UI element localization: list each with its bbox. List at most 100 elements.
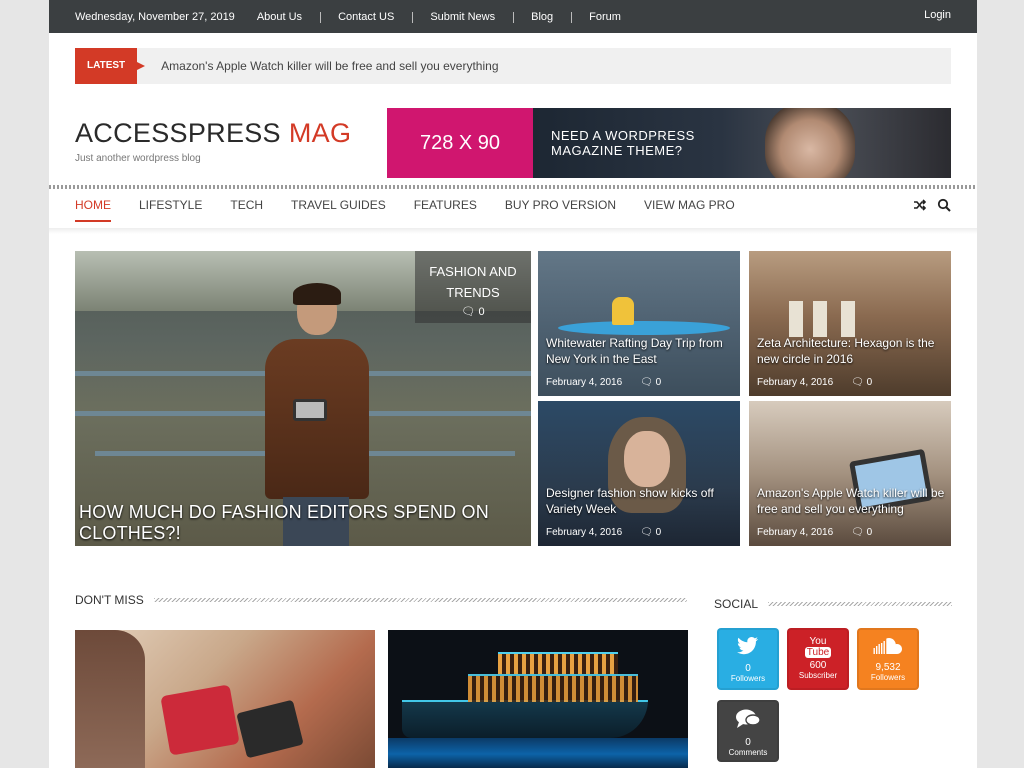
post-comment-count: 0	[655, 377, 662, 388]
nav-shadow	[49, 228, 977, 234]
featured-post-title[interactable]: Zeta Architecture: Hexagon is the new ci…	[757, 335, 947, 367]
main-nav-buy-pro[interactable]: Buy Pro Version	[505, 198, 616, 222]
post-comment-count: 0	[655, 527, 662, 538]
latest-badge: Latest	[75, 48, 146, 84]
social-heading: SOCIAL	[714, 597, 952, 611]
dont-miss-post-card[interactable]	[388, 630, 688, 768]
search-icon[interactable]	[937, 198, 951, 215]
ship-deck-image	[498, 652, 618, 674]
twitter-icon	[719, 636, 777, 663]
comment-icon: 🗨	[851, 527, 864, 538]
ad-text: NEED A WORDPRESS MAGAZINE THEME?	[551, 128, 695, 158]
ad-text-line1: NEED A WORDPRESS	[551, 128, 695, 143]
soundcloud-label: Followers	[870, 673, 906, 682]
heading-divider	[768, 602, 952, 606]
ad-size-label: 728 X 90	[387, 108, 533, 178]
featured-post-card[interactable]: Whitewater Rafting Day Trip from New Yor…	[538, 251, 740, 396]
main-nav-tech[interactable]: Tech	[230, 198, 263, 222]
ship-deck-image	[468, 674, 638, 702]
main-nav-lifestyle[interactable]: Lifestyle	[139, 198, 202, 222]
soundcloud-social-button[interactable]: 9,532 Followers	[857, 628, 919, 690]
featured-post-title[interactable]: Whitewater Rafting Day Trip from New Yor…	[546, 335, 736, 367]
featured-main-post[interactable]: FASHION AND TRENDS 🗨 0 HOW MUCH DO FASHI…	[75, 251, 531, 546]
main-nav-travel-guides[interactable]: Travel Guides	[291, 198, 386, 222]
top-nav-submit-news[interactable]: Submit News	[412, 11, 513, 23]
room-window-image	[841, 301, 855, 337]
site-tagline: Just another wordpress blog	[75, 153, 201, 164]
social-title: SOCIAL	[714, 597, 759, 611]
post-comments: 🗨 0	[640, 377, 661, 388]
top-nav-about-us[interactable]: About Us	[257, 11, 320, 23]
model-face-image	[624, 431, 670, 487]
dont-miss-post-card[interactable]	[75, 630, 375, 768]
login-link[interactable]: Login	[924, 9, 951, 21]
youtube-label: Subscriber	[798, 671, 838, 680]
post-comments: 🗨 0	[851, 377, 872, 388]
comments-count: 0	[745, 737, 751, 748]
site-logo[interactable]: ACCESSPRESS MAG	[75, 118, 351, 149]
ad-text-line2: MAGAZINE THEME?	[551, 143, 683, 158]
featured-category-box[interactable]: FASHION AND TRENDS 🗨 0	[415, 251, 531, 323]
water-image	[388, 738, 688, 768]
heading-divider	[153, 598, 687, 602]
youtube-social-button[interactable]: You Tube 600 Subscriber	[787, 628, 849, 690]
featured-post-card[interactable]: Zeta Architecture: Hexagon is the new ci…	[749, 251, 951, 396]
featured-main-title[interactable]: HOW MUCH DO FASHION EDITORS SPEND ON CLO…	[79, 502, 531, 544]
shuffle-icon[interactable]	[913, 198, 927, 215]
comment-icon: 🗨	[851, 377, 864, 388]
header-ad-banner[interactable]: 728 X 90 NEED A WORDPRESS MAGAZINE THEME…	[387, 108, 951, 178]
youtube-logo-you: You	[809, 636, 827, 647]
ship-hull-image	[402, 700, 648, 738]
current-date: Wednesday, November 27, 2019	[75, 10, 235, 23]
post-comment-count: 0	[866, 527, 873, 538]
top-nav-contact-us[interactable]: Contact US	[320, 11, 412, 23]
twitter-count: 0	[745, 663, 751, 674]
post-date: February 4, 2016	[757, 527, 834, 538]
post-date: February 4, 2016	[757, 377, 834, 388]
main-nav-home[interactable]: Home	[75, 198, 111, 222]
comment-icon: 🗨	[640, 527, 653, 538]
featured-post-meta: February 4, 2016 🗨 0	[757, 527, 872, 538]
woman-image	[75, 630, 145, 768]
post-date: February 4, 2016	[546, 527, 623, 538]
chair-image	[160, 684, 240, 756]
top-nav-blog[interactable]: Blog	[513, 11, 571, 23]
featured-post-card[interactable]: Designer fashion show kicks off Variety …	[538, 401, 740, 546]
twitter-label: Followers	[730, 674, 766, 683]
top-bar: Wednesday, November 27, 2019 About Us Co…	[49, 0, 977, 33]
soundcloud-icon	[859, 636, 917, 662]
kayak-image	[558, 321, 730, 335]
featured-category-line2: TRENDS	[446, 285, 500, 300]
featured-comment-count: 🗨 0	[415, 305, 531, 318]
top-nav-forum[interactable]: Forum	[571, 11, 639, 23]
featured-comment-value: 0	[478, 306, 485, 318]
logo-text-accent: MAG	[288, 118, 352, 148]
latest-ticker: Latest Amazon's Apple Watch killer will …	[75, 48, 951, 84]
comment-icon: 🗨	[461, 306, 476, 318]
comments-social-button[interactable]: 0 Comments	[717, 700, 779, 762]
main-nav-view-mag-pro[interactable]: View Mag Pro	[644, 198, 735, 222]
youtube-icon: You Tube	[804, 636, 832, 658]
top-nav: About Us Contact US Submit News Blog For…	[257, 11, 639, 23]
soundcloud-count: 9,532	[875, 662, 901, 673]
latest-headline[interactable]: Amazon's Apple Watch killer will be free…	[161, 59, 498, 73]
featured-post-meta: February 4, 2016 🗨 0	[546, 527, 661, 538]
featured-post-card[interactable]: Amazon's Apple Watch killer will be free…	[749, 401, 951, 546]
featured-category-line1: FASHION AND	[429, 264, 517, 279]
post-date: February 4, 2016	[546, 377, 623, 388]
ad-body: NEED A WORDPRESS MAGAZINE THEME?	[533, 108, 951, 178]
nav-icons	[913, 198, 951, 215]
post-comments: 🗨 0	[640, 527, 661, 538]
tablet-image	[236, 699, 304, 759]
youtube-logo-tube: Tube	[804, 647, 832, 658]
camera-icon	[293, 399, 327, 421]
twitter-social-button[interactable]: 0 Followers	[717, 628, 779, 690]
featured-post-meta: February 4, 2016 🗨 0	[757, 377, 872, 388]
featured-post-title[interactable]: Designer fashion show kicks off Variety …	[546, 485, 736, 517]
main-nav-features[interactable]: Features	[414, 198, 477, 222]
featured-post-title[interactable]: Amazon's Apple Watch killer will be free…	[757, 485, 947, 517]
comment-icon: 🗨	[640, 377, 653, 388]
header-divider	[49, 185, 977, 189]
dont-miss-heading: DON'T MISS	[75, 593, 687, 607]
comments-label: Comments	[728, 748, 768, 757]
